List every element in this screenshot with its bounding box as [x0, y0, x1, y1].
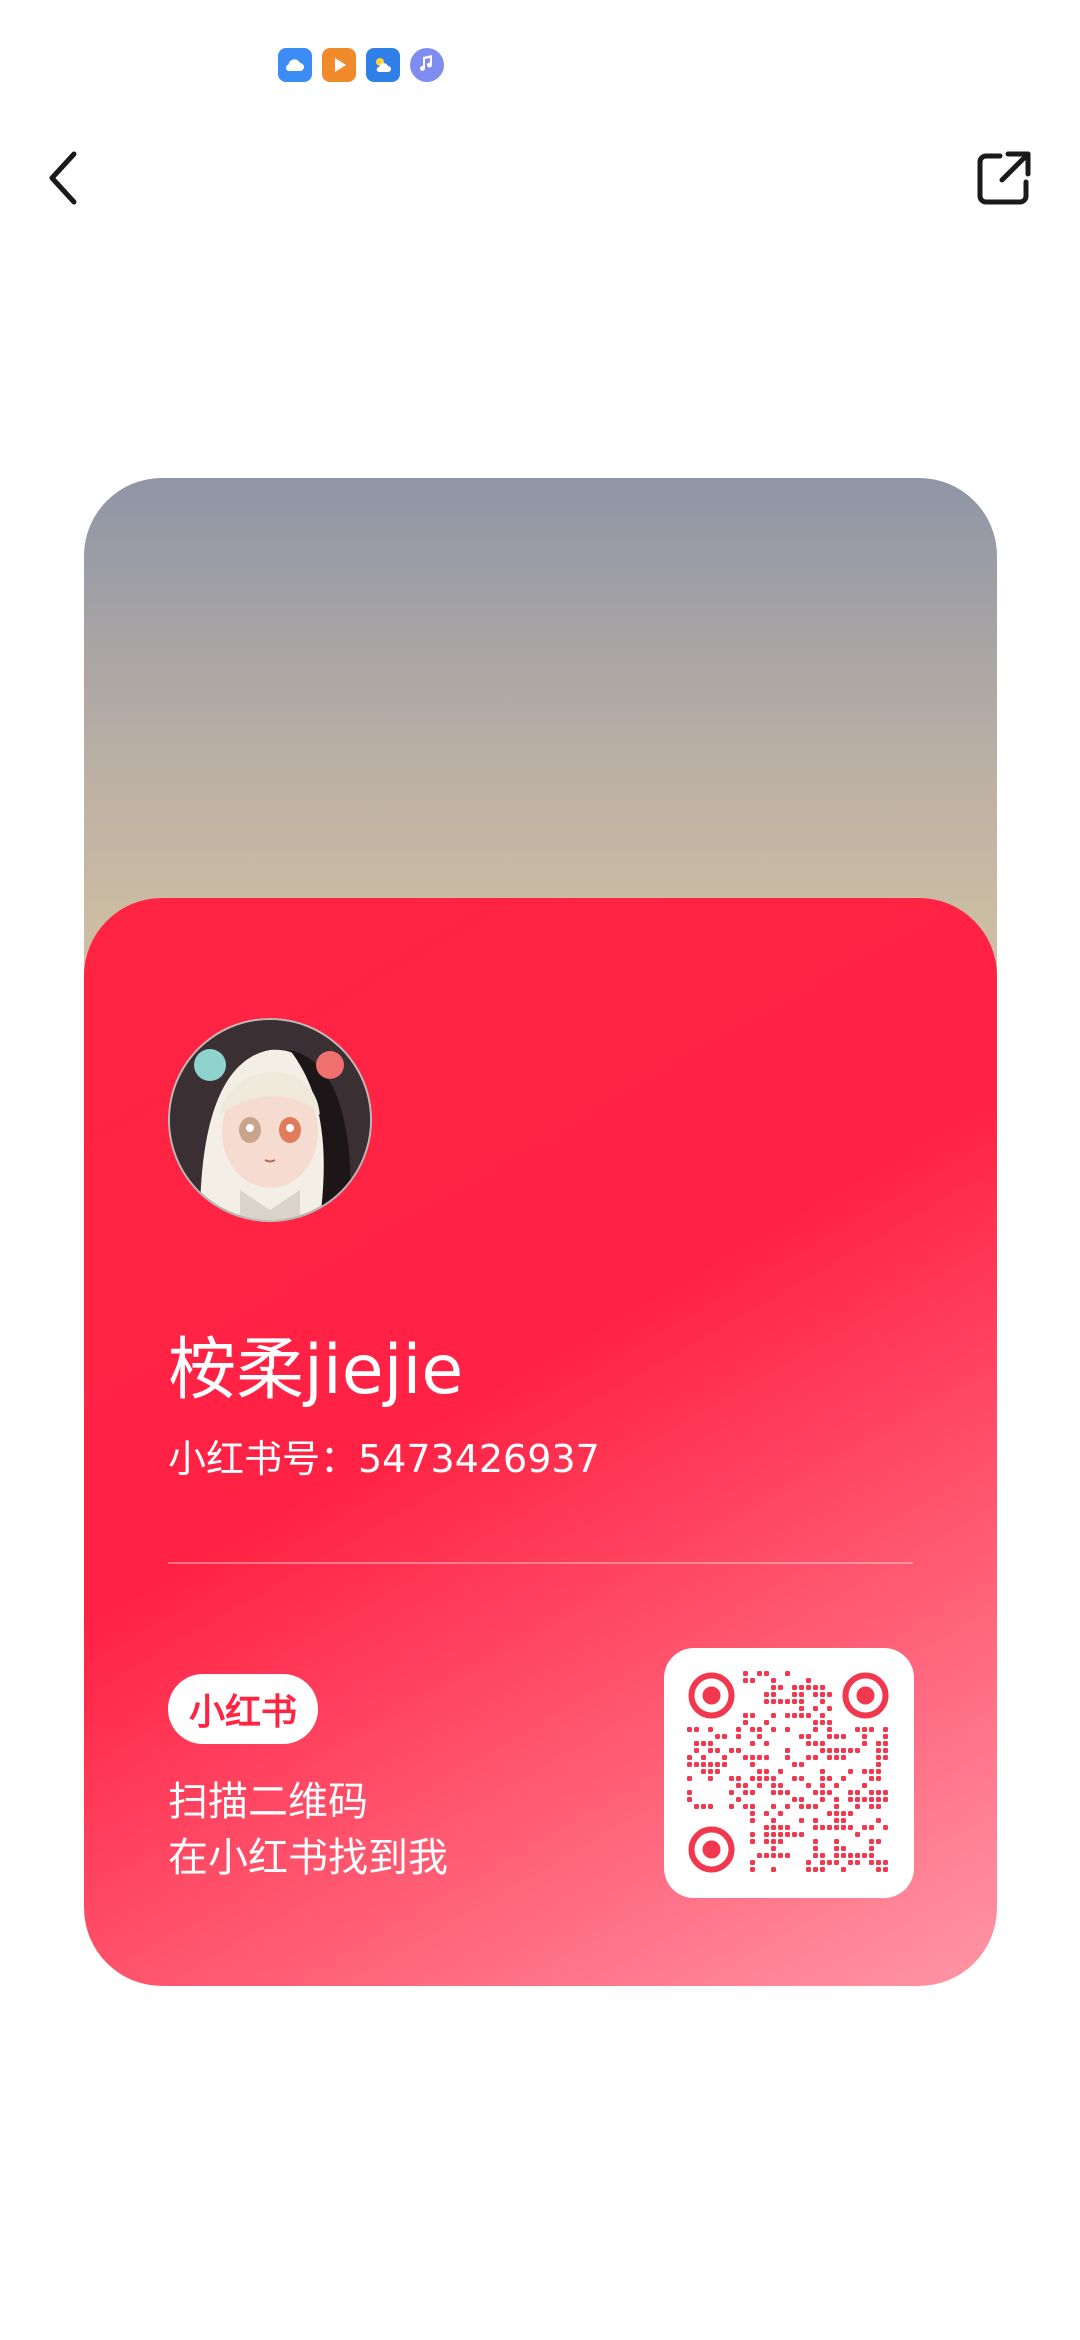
top-navigation-bar — [0, 130, 1080, 230]
video-play-icon — [322, 48, 356, 82]
profile-card: 桉柔jiejie 小红书号：5473426937 小红书 扫描二维码 在小红书找… — [84, 478, 997, 1986]
music-icon — [410, 48, 444, 82]
share-external-icon — [977, 151, 1031, 205]
divider — [168, 1562, 913, 1564]
notification-icons — [278, 48, 444, 82]
share-button[interactable] — [968, 142, 1040, 214]
cloud-icon — [278, 48, 312, 82]
avatar[interactable] — [168, 1018, 372, 1222]
user-id[interactable]: 小红书号：5473426937 — [168, 1428, 600, 1483]
qr-code-image — [687, 1671, 889, 1873]
scan-instructions: 扫描二维码 在小红书找到我 — [168, 1774, 448, 1886]
brand-logo: 小红书 — [168, 1674, 318, 1744]
qr-code[interactable] — [664, 1648, 914, 1898]
status-bar — [0, 0, 1080, 130]
chevron-left-icon — [49, 151, 77, 205]
nickname: 桉柔jiejie — [168, 1331, 464, 1410]
weather-icon — [366, 48, 400, 82]
scan-line-1: 扫描二维码 — [168, 1779, 368, 1825]
back-button[interactable] — [28, 142, 100, 214]
scan-line-2: 在小红书找到我 — [168, 1835, 448, 1881]
profile-card-body: 桉柔jiejie 小红书号：5473426937 小红书 扫描二维码 在小红书找… — [84, 898, 997, 1986]
